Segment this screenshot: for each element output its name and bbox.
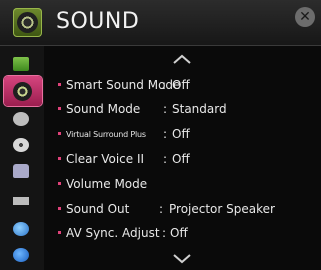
bullet-icon [58, 132, 61, 135]
sidebar-item-option[interactable] [0, 190, 44, 212]
menu-item-separator: : [163, 152, 168, 166]
sidebar-item-network[interactable] [0, 218, 44, 240]
menu-item-value: Projector Speaker [169, 202, 275, 216]
option-icon [13, 197, 29, 205]
bullet-icon [58, 182, 61, 185]
menu-item-separator: : [163, 127, 168, 141]
menu-item-value: Off [170, 226, 188, 240]
menu-item-separator: : [159, 202, 164, 216]
menu-item-label: AV Sync. Adjust [66, 226, 160, 240]
bullet-icon [58, 231, 61, 234]
sidebar-item-channel[interactable] [0, 108, 44, 130]
bullet-icon [58, 83, 61, 86]
sidebar-item-lock[interactable] [0, 160, 44, 182]
speaker-icon [13, 82, 32, 101]
menu-item-value: Standard [172, 102, 227, 116]
sidebar-item-picture[interactable] [0, 53, 44, 75]
scroll-up-button[interactable] [170, 52, 194, 66]
menu-item-label: Volume Mode [66, 177, 148, 191]
menu-item-value: Off [172, 78, 190, 92]
menu-item-av-sync-adjust[interactable]: AV Sync. Adjust : Off [58, 223, 318, 245]
globe-icon [13, 222, 29, 236]
chevron-up-icon[interactable] [170, 52, 194, 66]
sidebar-item-support[interactable] [0, 244, 44, 266]
menu-item-separator: : [162, 226, 167, 240]
menu-item-value: Off [172, 127, 190, 141]
bullet-icon [58, 157, 61, 160]
menu-item-sound-out[interactable]: Sound Out : Projector Speaker [58, 199, 318, 221]
clock-icon [13, 138, 29, 152]
scroll-down-button[interactable] [170, 252, 194, 266]
speaker-icon [13, 8, 42, 37]
picture-icon [13, 57, 29, 71]
channel-icon [13, 112, 29, 126]
menu-item-label: Virtual Surround Plus [66, 130, 146, 139]
menu-item-clear-voice[interactable]: Clear Voice II : Off [58, 149, 318, 171]
menu-item-smart-sound-mode[interactable]: Smart Sound Mode : Off [58, 75, 318, 97]
title-bar: SOUND ✕ [0, 0, 321, 46]
menu-item-sound-mode[interactable]: Sound Mode : Standard [58, 99, 318, 121]
menu-item-virtual-surround-plus[interactable]: Virtual Surround Plus : Off [58, 124, 318, 146]
menu-item-label: Sound Mode [66, 102, 141, 116]
lock-icon [13, 164, 29, 178]
close-button[interactable]: ✕ [295, 7, 315, 27]
page-title: SOUND [56, 9, 140, 34]
menu-item-value: Off [172, 152, 190, 166]
sidebar-item-sound[interactable] [4, 76, 42, 106]
help-icon [13, 248, 29, 262]
menu-item-label: Clear Voice II [66, 152, 145, 166]
menu-item-separator: : [163, 102, 168, 116]
sidebar-item-time[interactable] [0, 134, 44, 156]
sidebar [0, 46, 44, 270]
menu-item-separator: : [162, 78, 167, 92]
bullet-icon [58, 207, 61, 210]
close-icon[interactable]: ✕ [299, 9, 311, 25]
chevron-down-icon[interactable] [170, 252, 194, 266]
bullet-icon [58, 107, 61, 110]
menu-item-label: Sound Out [66, 202, 130, 216]
menu-item-volume-mode[interactable]: Volume Mode [58, 174, 318, 196]
